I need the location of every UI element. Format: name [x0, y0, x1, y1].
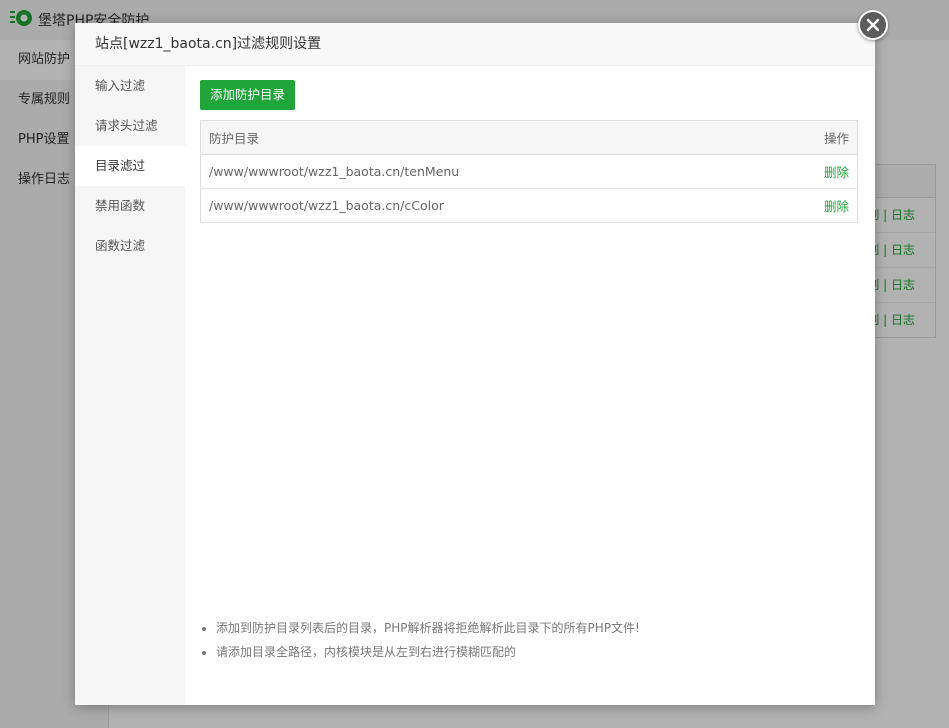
table-row: /www/wwwroot/wzz1_baota.cn/cColor 删除 [200, 188, 858, 223]
close-button[interactable] [858, 10, 888, 40]
tab-directory-filter[interactable]: 目录滤过 [75, 146, 185, 186]
tab-input-filter[interactable]: 输入过滤 [75, 66, 185, 106]
table-row: /www/wwwroot/wzz1_baota.cn/tenMenu 删除 [200, 154, 858, 189]
tab-header-filter[interactable]: 请求头过滤 [75, 106, 185, 146]
dialog-title: 站点[wzz1_baota.cn]过滤规则设置 [75, 23, 875, 66]
protected-directory-table: 防护目录 操作 /www/wwwroot/wzz1_baota.cn/tenMe… [200, 120, 858, 223]
delete-link[interactable]: 删除 [824, 199, 849, 214]
tab-function-filter[interactable]: 函数过滤 [75, 226, 185, 266]
column-header-action: 操作 [769, 120, 858, 155]
filter-rules-dialog: 站点[wzz1_baota.cn]过滤规则设置 输入过滤 请求头过滤 目录滤过 … [75, 23, 875, 705]
table-header-row: 防护目录 操作 [200, 120, 858, 155]
close-icon [866, 18, 880, 32]
directory-path: /www/wwwroot/wzz1_baota.cn/cColor [200, 188, 769, 223]
column-header-directory: 防护目录 [200, 120, 769, 155]
help-tips: 添加到防护目录列表后的目录，PHP解析器将拒绝解析此目录下的所有PHP文件! 请… [200, 616, 640, 664]
delete-link[interactable]: 删除 [824, 165, 849, 180]
help-tip: 请添加目录全路径，内核模块是从左到右进行模糊匹配的 [216, 640, 640, 664]
tab-disabled-functions[interactable]: 禁用函数 [75, 186, 185, 226]
dialog-content: 添加防护目录 防护目录 操作 /www/wwwroot/wzz1_baota.c… [185, 66, 875, 705]
add-protected-directory-button[interactable]: 添加防护目录 [200, 80, 296, 110]
help-tip: 添加到防护目录列表后的目录，PHP解析器将拒绝解析此目录下的所有PHP文件! [216, 616, 640, 640]
dialog-tabs: 输入过滤 请求头过滤 目录滤过 禁用函数 函数过滤 [75, 66, 185, 705]
directory-path: /www/wwwroot/wzz1_baota.cn/tenMenu [200, 154, 769, 189]
